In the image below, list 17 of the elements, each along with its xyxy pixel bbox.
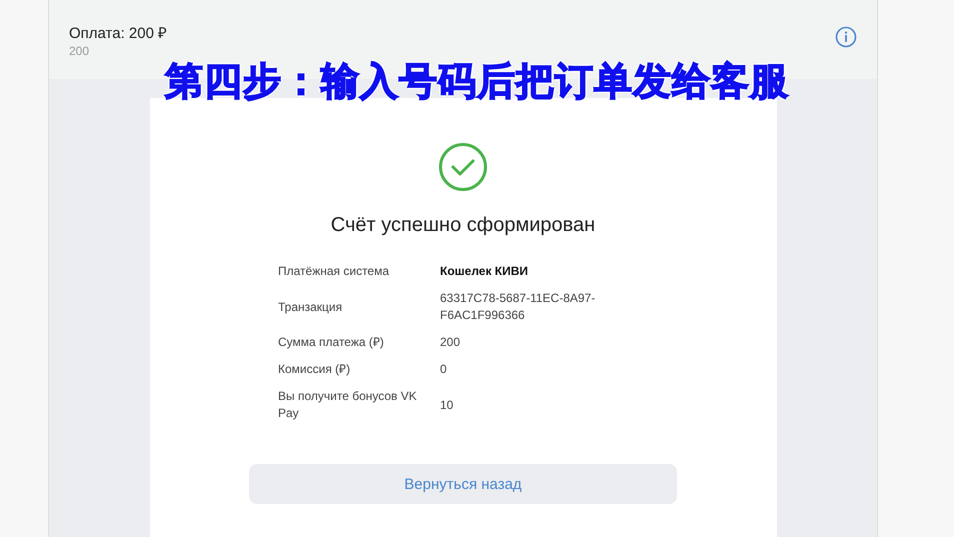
detail-value: Кошелек КИВИ [440,263,530,280]
payment-title: Оплата: 200 ₽ [69,24,168,42]
success-heading: Счёт успешно сформирован [330,214,596,237]
detail-label: Комиссия (₽) [278,361,352,378]
payment-amount: 200 [69,44,90,58]
tutorial-caption: 第四步：输入号码后把订单发给客服 [165,59,789,103]
detail-label: Сумма платежа (₽) [278,334,385,351]
back-button[interactable]: Вернуться назад [249,464,677,504]
detail-label: Платёжная система [278,263,390,280]
success-check-icon [438,142,488,192]
detail-value: 200 [440,334,462,351]
info-icon[interactable] [835,26,857,48]
detail-value: 0 [440,361,448,378]
detail-value: 63317C78-5687-11EC-8A97-F6AC1F996366 [440,290,596,324]
detail-value: 10 [440,396,454,414]
detail-label: Вы получите бонусов VK Pay [278,388,418,422]
detail-label: Транзакция [278,298,344,316]
